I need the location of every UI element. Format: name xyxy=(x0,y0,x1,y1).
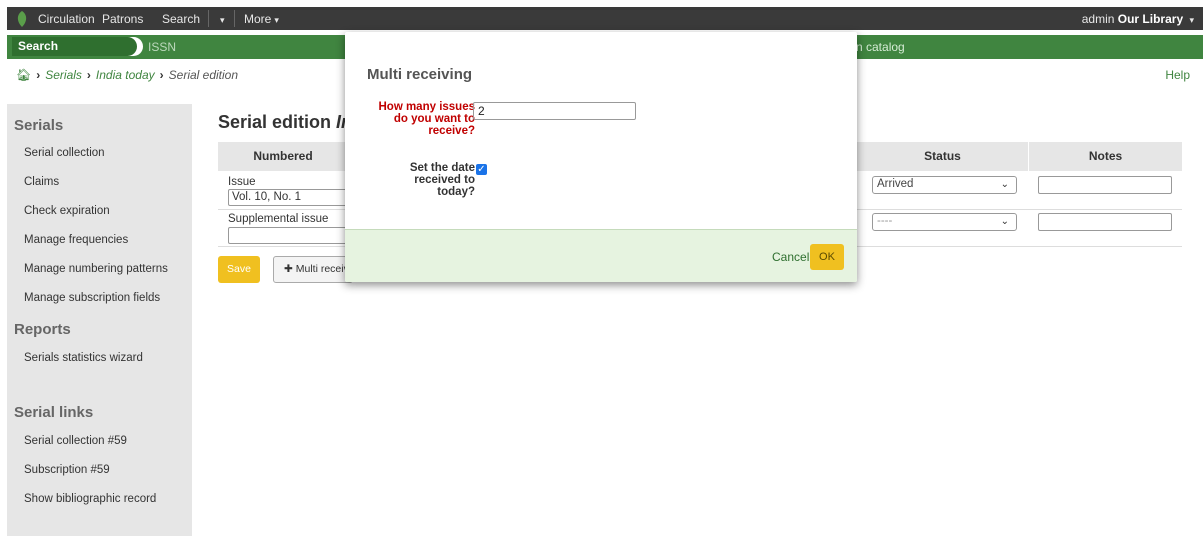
library-name: Our Library xyxy=(1117,12,1184,26)
breadcrumb: 🏠︎ › Serials › India today › Serial edition xyxy=(16,68,238,82)
status-select-supplemental[interactable]: ---- ⌄ xyxy=(872,213,1017,231)
nav-divider xyxy=(234,10,235,27)
search-catalog-link[interactable]: n catalog xyxy=(856,40,905,54)
nav-search[interactable]: Search xyxy=(162,12,200,26)
notes-input-issue[interactable] xyxy=(1038,176,1172,194)
user-menu[interactable]: admin Our Library ▾ xyxy=(1082,12,1194,26)
status-select-issue[interactable]: Arrived ⌄ xyxy=(872,176,1017,194)
nav-divider xyxy=(208,10,209,27)
page: Circulation Patrons Search ▾ More ▾ admin… xyxy=(0,0,1203,536)
row-issue-label: Issue xyxy=(228,176,256,188)
sidebar: Serials Serial collection Claims Check e… xyxy=(7,104,192,536)
status-select-value: Arrived xyxy=(877,178,914,190)
status-select-value: ---- xyxy=(877,215,893,227)
multi-receiving-button[interactable]: ✚ Multi receiving xyxy=(273,256,353,283)
sidebar-item-bibliographic-record[interactable]: Show bibliographic record xyxy=(24,493,156,505)
set-date-checkbox[interactable]: ✓ xyxy=(476,164,487,175)
sidebar-item-claims[interactable]: Claims xyxy=(24,176,59,188)
issues-count-label: How many issues do you want to receive? xyxy=(378,101,475,137)
notes-input-supplemental[interactable] xyxy=(1038,213,1172,231)
search-dropdown-icon[interactable]: ▾ xyxy=(217,12,225,26)
sidebar-item-check-expiration[interactable]: Check expiration xyxy=(24,205,110,217)
sidebar-heading-reports: Reports xyxy=(14,321,71,338)
nav-circulation[interactable]: Circulation xyxy=(38,12,95,26)
nav-more-label: More xyxy=(244,12,272,26)
sidebar-item-serial-collection[interactable]: Serial collection xyxy=(24,147,105,159)
issue-number-input[interactable]: Vol. 10, No. 1 xyxy=(228,189,348,206)
chevron-down-icon: ▾ xyxy=(1189,15,1194,25)
column-header-notes: Notes xyxy=(1029,142,1182,171)
nav-more[interactable]: More ▾ xyxy=(244,12,279,26)
sidebar-item-subscription-fields[interactable]: Manage subscription fields xyxy=(24,292,160,304)
chevron-down-icon: ⌄ xyxy=(1000,216,1009,227)
help-link[interactable]: Help xyxy=(1165,68,1190,82)
set-date-label: Set the date received to today? xyxy=(409,162,475,198)
save-button[interactable]: Save xyxy=(218,256,260,283)
breadcrumb-serials[interactable]: Serials xyxy=(45,68,82,82)
breadcrumb-separator: › xyxy=(159,68,164,82)
breadcrumb-india-today[interactable]: India today xyxy=(96,68,155,82)
page-title-text: Serial edition xyxy=(218,112,332,132)
sidebar-item-numbering-patterns[interactable]: Manage numbering patterns xyxy=(24,263,168,275)
breadcrumb-separator: › xyxy=(36,68,41,82)
sidebar-item-statistics-wizard[interactable]: Serials statistics wizard xyxy=(24,352,143,364)
chevron-down-icon: ▾ xyxy=(274,15,279,25)
issues-count-input[interactable]: 2 xyxy=(473,102,636,120)
user-name: admin xyxy=(1081,12,1115,26)
row-supplemental-label: Supplemental issue xyxy=(228,213,329,225)
column-header-numbered: Numbered xyxy=(218,142,348,171)
cancel-button[interactable]: Cancel xyxy=(772,250,809,264)
multi-receiving-modal: Multi receiving How many issues do you w… xyxy=(345,32,857,282)
search-tab-wrapper: Search subscriptions xyxy=(12,37,143,72)
page-title: Serial edition In xyxy=(218,112,352,133)
checkmark-icon: ✓ xyxy=(477,164,486,175)
breadcrumb-current: Serial edition xyxy=(168,68,239,82)
sidebar-item-subscription-59[interactable]: Subscription #59 xyxy=(24,464,110,476)
issn-field-label[interactable]: ISSN xyxy=(148,40,176,54)
koha-leaf-icon[interactable] xyxy=(16,11,28,27)
tab-search-subscriptions[interactable]: Search subscriptions xyxy=(12,37,137,72)
modal-footer: Cancel OK xyxy=(345,229,857,282)
breadcrumb-separator: › xyxy=(86,68,91,82)
nav-patrons[interactable]: Patrons xyxy=(102,12,143,26)
plus-icon: ✚ xyxy=(284,263,293,275)
sidebar-item-manage-frequencies[interactable]: Manage frequencies xyxy=(24,234,128,246)
sidebar-item-serial-collection-59[interactable]: Serial collection #59 xyxy=(24,435,127,447)
supplemental-number-input[interactable] xyxy=(228,227,348,244)
chevron-down-icon: ⌄ xyxy=(1000,179,1009,190)
top-navbar: Circulation Patrons Search ▾ More ▾ admin… xyxy=(7,7,1203,30)
ok-button[interactable]: OK xyxy=(810,244,844,270)
sidebar-heading-serials: Serials xyxy=(14,117,64,134)
home-icon[interactable]: 🏠︎ xyxy=(16,68,31,82)
sidebar-heading-serial-links: Serial links xyxy=(14,404,94,421)
column-header-status: Status xyxy=(857,142,1028,171)
modal-title: Multi receiving xyxy=(367,66,473,83)
